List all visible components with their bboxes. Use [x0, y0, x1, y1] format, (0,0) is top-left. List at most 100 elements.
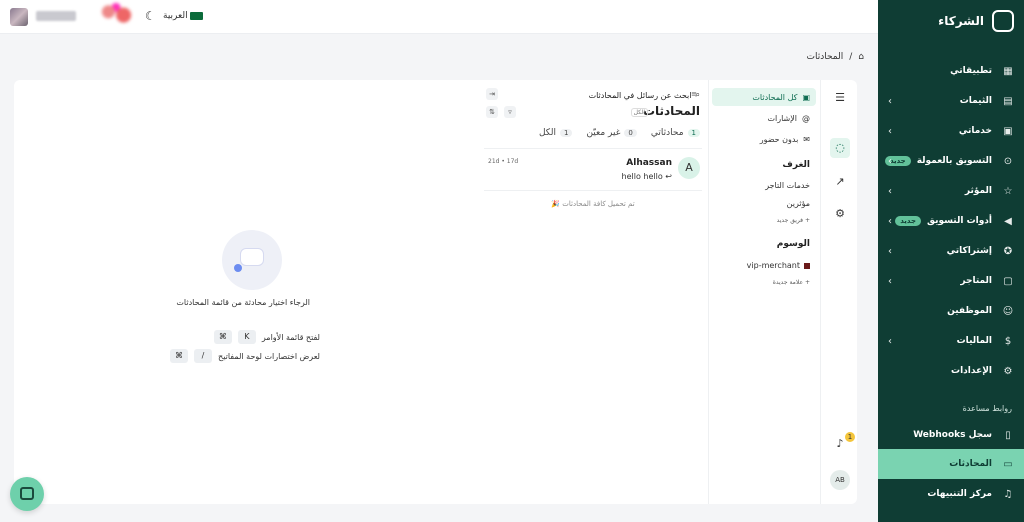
gear-icon: ⚙	[1003, 365, 1013, 377]
tab-label: غير معيّن	[586, 128, 621, 138]
sidebar-item-affiliate[interactable]: ⊙ التسويق بالعمولة جديد ›	[878, 146, 1024, 176]
folder-unattended[interactable]: ✉ بدون حضور	[712, 130, 816, 148]
store-avatar[interactable]	[97, 3, 135, 25]
grid-icon: ▦	[1003, 65, 1013, 77]
breadcrumb-current: المحادثات	[806, 52, 844, 62]
team-merchant-services[interactable]: خدمات التاجر	[765, 181, 810, 190]
inbox-icon: ▣	[802, 92, 810, 102]
chat-widget-button[interactable]	[10, 477, 44, 511]
add-label-label: علامة جديدة	[772, 279, 804, 286]
moon-icon[interactable]: ☾	[145, 9, 156, 23]
labels-heading: الوسوم	[776, 239, 810, 249]
sidebar-item-label: المحادثات	[949, 459, 992, 469]
conversation-tabs: 1 محادثاتي 0 غير معيّن 1 الكل	[539, 128, 700, 138]
language-switcher[interactable]: العربية	[163, 11, 188, 21]
key-cmd: ⌘	[213, 330, 232, 344]
conversation-row[interactable]: A Alhassan ↩ hello hello 21d • 17d	[484, 152, 702, 190]
main-sidebar: الشركاء ▦ تطبيقاتي ▤ الثيمات › ▣ خدماتي …	[878, 0, 1024, 522]
chevron-icon: ›	[888, 185, 892, 197]
sidebar-item-employees[interactable]: ☺ الموظفين	[878, 296, 1024, 326]
search-bar[interactable]: ⌕ ابحث عن رسائل في المحادثات	[504, 88, 700, 102]
tab-count: 1	[559, 129, 573, 137]
sidebar-item-webhooks[interactable]: ▯ سجل Webhooks	[878, 420, 1024, 450]
add-team-label: فريق جديد	[776, 217, 804, 224]
dollar-icon: $	[1004, 335, 1012, 347]
user-avatar[interactable]	[10, 8, 28, 26]
reply-icon: ↩	[665, 172, 672, 181]
label-name: vip-merchant	[746, 261, 800, 270]
breadcrumb-separator: /	[849, 52, 853, 62]
sidebar-item-label: الموظفين	[947, 306, 992, 316]
sidebar-item-themes[interactable]: ▤ الثيمات ›	[878, 86, 1024, 116]
contact-avatar: A	[678, 157, 700, 179]
sidebar-item-apps[interactable]: ▦ تطبيقاتي	[878, 56, 1024, 86]
sidebar-item-influencer[interactable]: ☆ المؤثر ›	[878, 176, 1024, 206]
tab-count: 1	[687, 129, 700, 137]
tab-mine[interactable]: 1 محادثاتي	[651, 128, 700, 138]
sidebar-item-label: التسويق بالعمولة	[916, 156, 992, 166]
chevron-icon: ›	[888, 155, 892, 167]
inbox-menu-icon[interactable]: ☰	[830, 88, 850, 108]
menu-icon[interactable]: ≡	[688, 88, 700, 100]
chat-bubble-icon	[240, 248, 264, 266]
tab-label: الكل	[538, 128, 556, 138]
store-icon: ▢	[1003, 275, 1013, 287]
home-icon[interactable]: ⌂	[858, 52, 864, 62]
folders-column: ▣ كل المحادثات @ الإشارات ✉ بدون حضور ال…	[708, 80, 820, 504]
sidebar-item-services[interactable]: ▣ خدماتي ›	[878, 116, 1024, 146]
shortcut-command-menu: ⌘ K لفتح قائمة الأوامر	[213, 330, 320, 344]
tab-unassigned[interactable]: 0 غير معيّن	[586, 128, 637, 138]
sidebar-item-label: الماليات	[956, 336, 992, 346]
chevron-icon: ›	[888, 125, 892, 137]
all-loaded-message: تم تحميل كافة المحادثات 🎉	[551, 200, 635, 208]
tab-count: 0	[624, 129, 637, 137]
last-message-text: hello hello	[621, 172, 663, 181]
folder-label: بدون حضور	[759, 134, 799, 144]
sidebar-item-settings[interactable]: ⚙ الإعدادات	[878, 356, 1024, 386]
collapse-icon[interactable]: ⇥	[486, 88, 498, 100]
tab-all[interactable]: 1 الكل	[539, 128, 573, 138]
folder-label: الإشارات	[767, 113, 797, 123]
key-k: K	[237, 330, 256, 344]
sidebar-item-label: الإعدادات	[951, 366, 992, 376]
chevron-icon: ›	[888, 95, 892, 107]
sidebar-item-label: إشتراكاتي	[946, 246, 992, 256]
sidebar-item-stores[interactable]: ▢ المتاجر ›	[878, 266, 1024, 296]
breadcrumb: ⌂ / المحادثات	[807, 52, 865, 62]
search-input[interactable]: ابحث عن رسائل في المحادثات	[589, 91, 692, 100]
team-influencers[interactable]: مؤثرين	[787, 199, 810, 208]
megaphone-icon: ◀	[1004, 215, 1012, 227]
flag-icon[interactable]	[190, 12, 203, 20]
reports-icon[interactable]: ↗	[830, 172, 850, 192]
folder-all-conversations[interactable]: ▣ كل المحادثات	[712, 88, 816, 106]
chat-icon	[20, 487, 34, 500]
folder-label: كل المحادثات	[752, 92, 798, 102]
settings-icon[interactable]: ⚙	[830, 204, 850, 224]
sort-icon[interactable]: ⇅	[486, 106, 498, 118]
divider	[484, 148, 702, 149]
sidebar-item-notifications[interactable]: ♫ مركز التنبيهات	[878, 479, 1024, 509]
agent-avatar[interactable]: AB	[830, 470, 850, 490]
link-icon: ⊙	[1003, 155, 1013, 167]
folder-mentions[interactable]: @ الإشارات	[712, 109, 816, 127]
status-filter-badge[interactable]: الكل	[630, 108, 648, 117]
sidebar-item-label: خدماتي	[958, 126, 992, 136]
filter-icon[interactable]: ▿	[504, 106, 516, 118]
add-team-button[interactable]: + فريق جديد	[777, 217, 810, 224]
add-label-button[interactable]: + علامة جديدة	[773, 279, 810, 286]
top-bar: ☾ العربية	[0, 0, 878, 34]
conversation-time: 21d • 17d	[488, 158, 519, 165]
label-vip-merchant[interactable]: vip-merchant	[747, 261, 810, 270]
sidebar-item-marketing-tools[interactable]: ◀ أدوات التسويق جديد ›	[878, 206, 1024, 236]
sidebar-item-conversations[interactable]: ▭ المحادثات	[878, 449, 1024, 479]
at-icon: @	[802, 113, 810, 123]
tab-label: محادثاتي	[650, 128, 684, 138]
chevron-icon: ›	[888, 215, 892, 227]
brand[interactable]: الشركاء	[938, 10, 1014, 32]
sidebar-item-subscriptions[interactable]: ✪ إشتراكاتي ›	[878, 236, 1024, 266]
conversation-rail: ☰ ◌ ↗ ⚙ ♪ 1 AB	[820, 80, 857, 504]
chat-bubble-icon[interactable]: ◌	[830, 138, 850, 158]
layout-icon: ▤	[1003, 95, 1013, 107]
sidebar-item-finance[interactable]: $ الماليات ›	[878, 326, 1024, 356]
chevron-icon: ›	[888, 275, 892, 287]
